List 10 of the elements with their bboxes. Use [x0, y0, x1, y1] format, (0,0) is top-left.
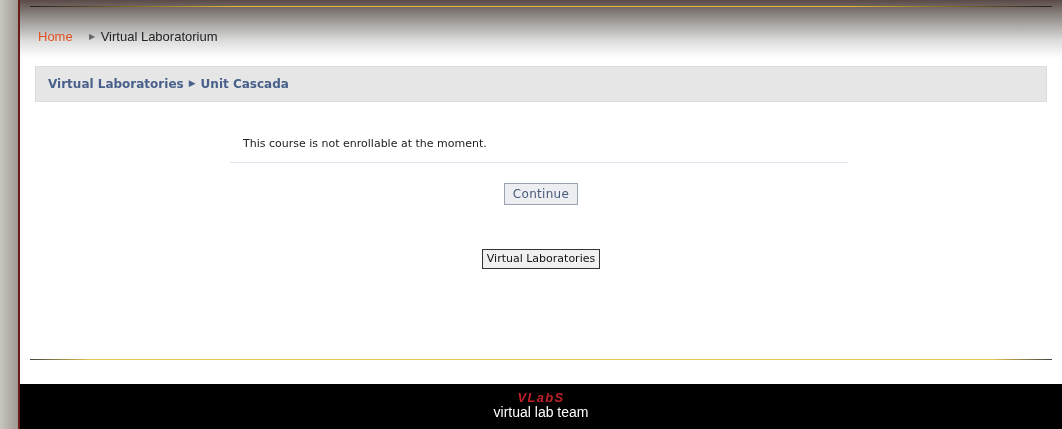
navbar-separator: ▶: [188, 77, 196, 91]
footer-logo: VLabS: [517, 391, 565, 405]
breadcrumb-current: Virtual Laboratorium: [100, 28, 218, 46]
navbar-link[interactable]: Virtual Laboratories: [48, 75, 184, 93]
courses-button[interactable]: Virtual Laboratories: [481, 248, 601, 269]
breadcrumb-separator: ▶: [88, 30, 95, 43]
footer-tagline: virtual lab team: [493, 404, 589, 422]
notice-message: This course is not enrollable at the moment.: [243, 136, 488, 152]
navbar-current: Unit Cascada: [200, 76, 289, 93]
continue-button[interactable]: Continue: [503, 182, 579, 205]
